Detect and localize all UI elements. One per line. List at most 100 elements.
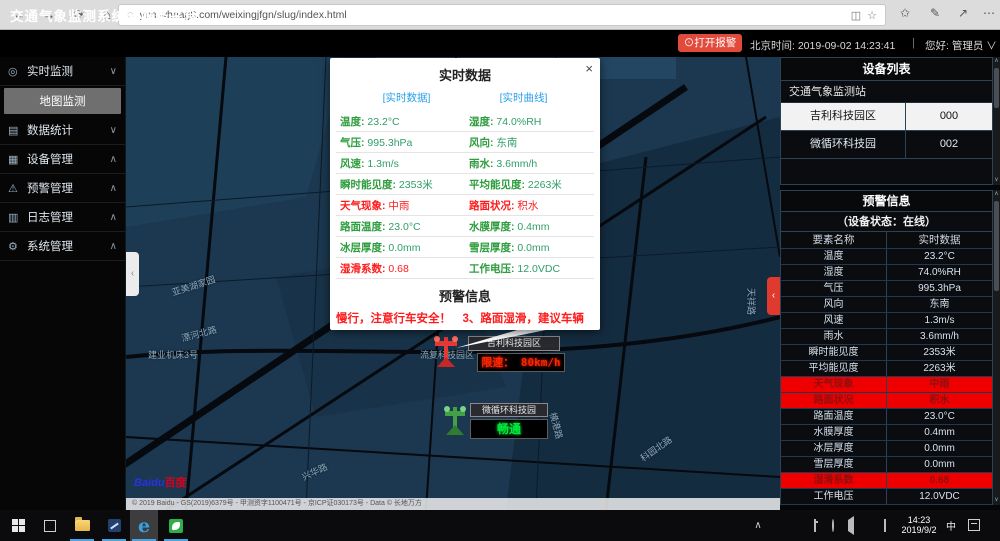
speaker-icon[interactable] (844, 519, 858, 533)
scrollbar-thumb[interactable] (994, 201, 999, 291)
reading-view-icon[interactable]: ◫ (851, 9, 861, 22)
sidebar-subitem-active[interactable]: 地图监测 (4, 88, 121, 114)
warning-table-row: 天气现象中雨 (781, 377, 992, 393)
traffic-status-led: 畅通 (470, 419, 548, 439)
sidebar-item[interactable]: ▤数据统计∨ (0, 116, 125, 145)
sidebar-item-label: 数据统计 (27, 122, 104, 138)
battery-icon[interactable] (808, 519, 822, 533)
ime-indicator[interactable]: 中 (946, 518, 956, 533)
element-name: 雪层厚度 (781, 457, 887, 472)
annotate-icon[interactable]: ✎ (926, 6, 944, 20)
action-center-icon[interactable] (968, 519, 980, 531)
sidebar-item[interactable]: ⚙系统管理∧ (0, 232, 125, 261)
data-value: 0.0mm (388, 242, 420, 254)
element-name: 湿度 (781, 265, 887, 280)
chart-icon: ▤ (8, 124, 21, 137)
scroll-down-icon[interactable]: ∨ (993, 176, 1000, 185)
warning-table-scrollbar[interactable]: ∧ ∨ (993, 190, 1000, 505)
element-name: 路面温度 (781, 409, 887, 424)
warning-table-row: 路面温度23.0°C (781, 409, 992, 425)
sidebar-item[interactable]: ◎实时监测∨ (0, 57, 125, 86)
pinned-app-button[interactable] (100, 510, 128, 541)
edge-icon: e (138, 515, 150, 537)
modal-data-row: 天气现象: 中雨路面状况: 积水 (336, 195, 594, 216)
element-name: 水膜厚度 (781, 425, 887, 440)
modal-data-row: 瞬时能见度: 2353米平均能见度: 2263米 (336, 174, 594, 195)
element-name: 工作电压 (781, 489, 887, 504)
data-cell: 瞬时能见度: 2353米 (336, 177, 465, 192)
sidebar-item[interactable]: ⚠预警管理∧ (0, 174, 125, 203)
magnifier-icon[interactable] (826, 519, 840, 533)
sidebar-collapse-handle[interactable]: ‹ (126, 252, 139, 296)
favorite-star-icon[interactable]: ☆ (867, 9, 877, 22)
scroll-up-icon[interactable]: ∧ (993, 57, 1000, 66)
right-panel-collapse-handle[interactable]: ‹ (767, 277, 780, 315)
tab-realtime-curve[interactable]: [实时曲线] (500, 90, 548, 105)
task-view-button[interactable] (36, 510, 64, 541)
monitor-icon: ◎ (8, 65, 21, 78)
data-label: 气压: (340, 137, 367, 149)
device-group-label[interactable]: 交通气象监测站 (781, 81, 992, 103)
element-value: 12.0VDC (887, 489, 992, 504)
sidebar-item[interactable]: ▥日志管理∧ (0, 203, 125, 232)
device-list-panel: 设备列表 交通气象监测站 吉利科技园区000微循环科技园002 (780, 57, 993, 185)
device-row[interactable]: 微循环科技园002 (781, 131, 992, 159)
chevron-up-icon: ∧ (110, 212, 117, 223)
file-explorer-button[interactable] (68, 510, 96, 541)
start-button[interactable] (4, 510, 32, 541)
green-app-button[interactable] (162, 510, 190, 541)
warning-table-row: 路面状况积水 (781, 393, 992, 409)
tray-misc-icon[interactable] (878, 519, 892, 533)
sidebar-item-label: 系统管理 (27, 238, 104, 254)
more-icon[interactable]: ⋯ (980, 6, 998, 20)
map-attribution: © 2019 Baidu - GS(2019)6379号 - 甲测资字11004… (126, 498, 780, 510)
scrollbar-thumb[interactable] (994, 68, 999, 108)
folder-icon (75, 520, 90, 531)
scroll-up-icon[interactable]: ∧ (993, 190, 1000, 199)
data-label: 瞬时能见度: (340, 179, 399, 191)
page-title: 交通气象监测系统云服务平台 (10, 5, 199, 25)
data-value: 3.6mm/h (496, 158, 537, 170)
scroll-down-icon[interactable]: ∨ (993, 496, 1000, 505)
element-value: 995.3hPa (887, 281, 992, 296)
device-status-label: （设备状态：在线） (781, 212, 992, 232)
tray-status-icon[interactable] (772, 519, 786, 533)
sidebar-item[interactable]: ▦设备管理∧ (0, 145, 125, 174)
element-value: 23.2°C (887, 249, 992, 264)
edge-browser-button[interactable]: e (130, 510, 158, 541)
address-bar[interactable]: ◌ yun.wheag8.com/weixingjfgn/slug/index.… (118, 4, 886, 26)
task-view-icon (44, 520, 56, 532)
share-icon[interactable]: ↗ (954, 6, 972, 20)
element-value: 0.0mm (887, 441, 992, 456)
green-marker-label[interactable]: 微循环科技园 (470, 403, 548, 417)
data-label: 湿度: (469, 116, 496, 128)
pen-icon[interactable] (862, 519, 876, 533)
data-cell: 雨水: 3.6mm/h (465, 156, 594, 171)
data-label: 水膜厚度: (469, 221, 517, 233)
close-icon[interactable]: × (585, 61, 593, 76)
defender-shield-icon[interactable] (790, 519, 804, 533)
warning-table-row: 风向东南 (781, 297, 992, 313)
device-list-scrollbar[interactable]: ∧ ∨ (993, 57, 1000, 185)
modal-data-row: 温度: 23.2°C湿度: 74.0%RH (336, 111, 594, 132)
data-label: 路面状况: (469, 200, 517, 212)
device-list-title: 设备列表 (781, 58, 992, 81)
user-menu[interactable]: 您好: 管理员 ∨ (925, 38, 997, 53)
tab-realtime-data[interactable]: [实时数据] (383, 90, 431, 105)
modal-data-row: 风速: 1.3m/s雨水: 3.6mm/h (336, 153, 594, 174)
taskbar-clock[interactable]: 14:23 2019/9/2 (896, 515, 942, 535)
tray-chevron-icon[interactable]: ∧ (751, 519, 765, 533)
url-text[interactable]: yun.wheag8.com/weixingjfgn/slug/index.ht… (140, 9, 845, 21)
modal-title: 实时数据 (330, 58, 600, 84)
station-marker-green[interactable] (441, 403, 469, 442)
baidu-logo[interactable]: Baidu百度 (134, 474, 187, 490)
chevron-down-icon: ∨ (986, 40, 997, 52)
device-row[interactable]: 吉利科技园区000 (781, 103, 992, 131)
element-value: 2263米 (887, 361, 992, 376)
hub-icon[interactable]: ✩ (896, 6, 914, 20)
windows-taskbar: e ∧ 14:23 2019/9/2 中 (0, 510, 1000, 541)
data-cell: 风速: 1.3m/s (336, 156, 465, 171)
element-name: 天气现象 (781, 377, 887, 392)
chevron-up-icon: ∧ (110, 183, 117, 194)
open-alarm-button[interactable]: ⊙打开报警 (678, 34, 742, 52)
